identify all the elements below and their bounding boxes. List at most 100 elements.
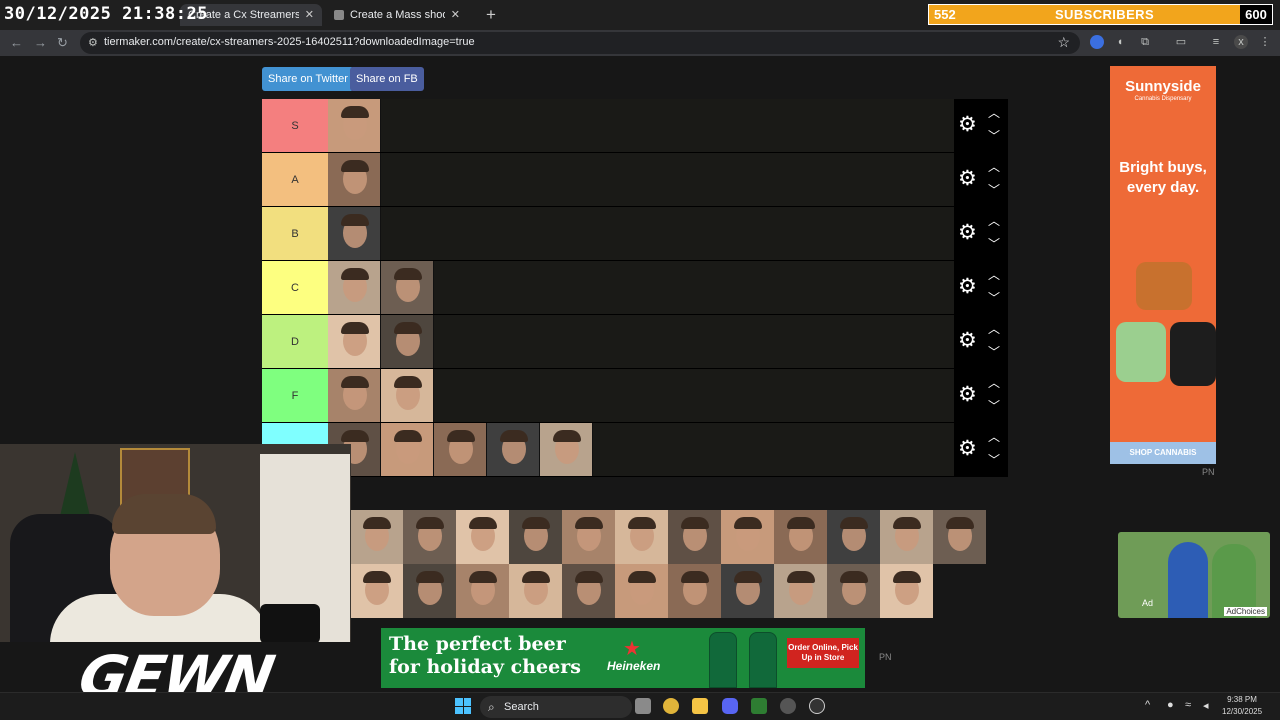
streamer-thumbnail[interactable] (880, 510, 933, 564)
streamer-thumbnail[interactable] (381, 315, 434, 368)
streamer-thumbnail[interactable] (350, 510, 403, 564)
chevron-up-icon[interactable]: ︿ (988, 158, 1000, 175)
close-tab-icon[interactable]: ✕ (305, 4, 314, 26)
tier-label[interactable]: F (262, 369, 328, 422)
streamer-thumbnail[interactable] (328, 315, 381, 368)
chevron-down-icon[interactable]: ﹀ (988, 451, 1000, 468)
taskbar-clock[interactable]: 9:38 PM 12/30/2025 (1222, 694, 1262, 718)
streamer-thumbnail[interactable] (540, 423, 593, 476)
chevron-up-icon[interactable]: ︿ (988, 374, 1000, 391)
gear-icon[interactable]: ⚙ (958, 222, 977, 244)
chevron-down-icon[interactable]: ﹀ (988, 343, 1000, 360)
media-icon[interactable]: ≡ (1209, 35, 1223, 49)
chevron-down-icon[interactable]: ﹀ (988, 235, 1000, 252)
streamer-thumbnail[interactable] (509, 564, 562, 618)
heineken-ad[interactable]: The perfect beer for holiday cheers ★ He… (381, 628, 865, 688)
new-tab-icon[interactable]: + (486, 5, 496, 25)
tier-label[interactable]: S (262, 99, 328, 152)
tray-chevron-icon[interactable]: ^ (1145, 699, 1150, 711)
file-explorer-icon[interactable] (692, 698, 708, 714)
address-bar[interactable]: ⚙ tiermaker.com/create/cx-streamers-2025… (80, 32, 1080, 54)
video-ad[interactable]: Ad AdChoices (1118, 532, 1270, 618)
back-icon[interactable]: ← (10, 35, 23, 50)
profile-avatar-icon[interactable]: x (1234, 35, 1248, 49)
chevron-up-icon[interactable]: ︿ (988, 266, 1000, 283)
task-view-icon[interactable] (635, 698, 651, 714)
streamer-thumbnail[interactable] (668, 510, 721, 564)
streamer-thumbnail[interactable] (381, 369, 434, 422)
streamer-thumbnail[interactable] (562, 510, 615, 564)
share-fb-button[interactable]: Share on FB (350, 67, 424, 91)
taskbar-search[interactable]: ⌕ Search (480, 696, 632, 718)
discord-icon[interactable] (722, 698, 738, 714)
tab-other[interactable]: Create a Mass shooter/murderer ✕ (326, 4, 468, 26)
gear-icon[interactable]: ⚙ (958, 438, 977, 460)
streamer-thumbnail[interactable] (328, 153, 381, 206)
chevron-down-icon[interactable]: ﹀ (988, 397, 1000, 414)
streamer-thumbnail[interactable] (668, 564, 721, 618)
streamer-thumbnail[interactable] (933, 510, 986, 564)
forward-icon[interactable]: → (34, 35, 47, 50)
gear-icon[interactable]: ⚙ (958, 276, 977, 298)
split-view-icon[interactable]: ▭ (1174, 35, 1188, 49)
app-icon[interactable] (751, 698, 767, 714)
start-windows-icon[interactable] (455, 698, 471, 714)
streamer-thumbnail[interactable] (615, 510, 668, 564)
tier-items[interactable] (328, 369, 954, 422)
streamer-thumbnail[interactable] (381, 261, 434, 314)
reload-icon[interactable]: ↻ (57, 35, 68, 51)
streamer-thumbnail[interactable] (328, 207, 381, 260)
streamer-thumbnail[interactable] (456, 564, 509, 618)
streamer-thumbnail[interactable] (381, 423, 434, 476)
chevron-down-icon[interactable]: ﹀ (988, 127, 1000, 144)
streamer-thumbnail[interactable] (434, 423, 487, 476)
bookmark-star-icon[interactable]: ☆ (1057, 34, 1070, 51)
tier-items[interactable] (328, 261, 954, 314)
streamer-thumbnail[interactable] (721, 564, 774, 618)
tier-items[interactable] (328, 423, 954, 476)
tier-label[interactable]: B (262, 207, 328, 260)
chevron-up-icon[interactable]: ︿ (988, 428, 1000, 445)
chevron-up-icon[interactable]: ︿ (988, 104, 1000, 121)
adchoices-link[interactable]: AdChoices (1224, 607, 1267, 616)
streamer-thumbnail[interactable] (774, 564, 827, 618)
streamer-thumbnail[interactable] (827, 564, 880, 618)
gear-icon[interactable]: ⚙ (958, 168, 977, 190)
tier-label[interactable]: A (262, 153, 328, 206)
streamer-thumbnail[interactable] (403, 510, 456, 564)
streamer-thumbnail[interactable] (721, 510, 774, 564)
streamer-thumbnail[interactable] (350, 564, 403, 618)
chevron-up-icon[interactable]: ︿ (988, 212, 1000, 229)
chevron-down-icon[interactable]: ﹀ (988, 181, 1000, 198)
chevron-up-icon[interactable]: ︿ (988, 320, 1000, 337)
streamer-thumbnail[interactable] (328, 99, 381, 152)
close-tab-icon[interactable]: ✕ (451, 4, 460, 26)
tier-items[interactable] (328, 315, 954, 368)
sunnyside-ad[interactable]: Sunnyside Cannabis Dispensary Bright buy… (1110, 66, 1216, 464)
tier-items[interactable] (328, 99, 954, 152)
chevron-down-icon[interactable]: ﹀ (988, 289, 1000, 306)
streamer-thumbnail[interactable] (509, 510, 562, 564)
gear-icon[interactable]: ⚙ (958, 384, 977, 406)
share-twitter-button[interactable]: Share on Twitter (262, 67, 354, 91)
app-icon[interactable] (780, 698, 796, 714)
gear-icon[interactable]: ⚙ (958, 114, 977, 136)
chrome-icon[interactable] (663, 698, 679, 714)
streamer-thumbnail[interactable] (615, 564, 668, 618)
microphone-icon[interactable]: ● (1167, 699, 1174, 711)
audio-icon[interactable]: ◖ (1113, 35, 1127, 49)
streamer-thumbnail[interactable] (562, 564, 615, 618)
ad-cta-button[interactable]: SHOP CANNABIS (1110, 442, 1216, 464)
ad-cta-button[interactable]: Order Online, Pick Up in Store (787, 638, 859, 668)
streamer-thumbnail[interactable] (456, 510, 509, 564)
volume-icon[interactable]: ◂ (1203, 699, 1209, 712)
gear-icon[interactable]: ⚙ (958, 330, 977, 352)
menu-kebab-icon[interactable]: ⋮ (1258, 35, 1272, 49)
tier-items[interactable] (328, 207, 954, 260)
site-info-icon[interactable]: ⚙ (88, 36, 98, 49)
streamer-thumbnail[interactable] (774, 510, 827, 564)
wifi-icon[interactable]: ≈ (1185, 699, 1191, 711)
tier-items[interactable] (328, 153, 954, 206)
clock-app-icon[interactable] (809, 698, 825, 714)
streamer-thumbnail[interactable] (328, 261, 381, 314)
